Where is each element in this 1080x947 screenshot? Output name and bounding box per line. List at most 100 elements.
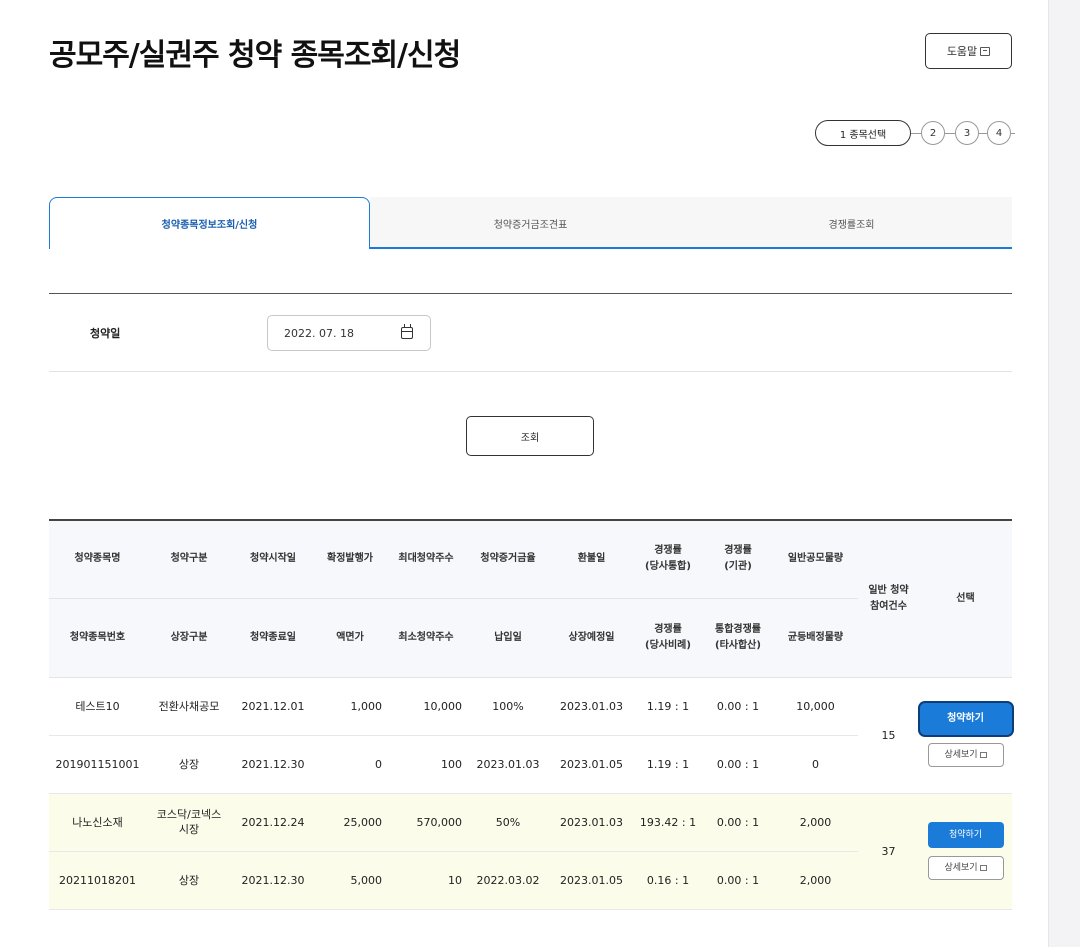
cell-min-shares: 100: [386, 735, 466, 794]
popup-icon: [979, 751, 987, 758]
date-value: 2022. 07. 18: [284, 327, 354, 340]
cell-rate-prop: 1.19 : 1: [633, 735, 703, 794]
cell-refund-date: 2023.01.03: [550, 793, 633, 852]
cell-select: 청약하기 상세보기: [919, 677, 1012, 794]
cell-margin-rate: 50%: [466, 793, 550, 852]
cell-pay-date: 2022.03.02: [466, 851, 550, 910]
col-header: 최대청약주수: [386, 519, 466, 599]
cell-code: 201901151001: [49, 735, 146, 794]
cell-end-date: 2021.12.30: [232, 735, 314, 794]
side-scroll-area: [1048, 0, 1080, 947]
tab-margin-table[interactable]: 청약증거금조견표: [370, 197, 691, 249]
cell-public-qty: 2,000: [773, 793, 858, 852]
cell-type: 전환사채공모: [146, 677, 232, 736]
cell-max-shares: 570,000: [386, 793, 466, 852]
cell-name: 테스트10: [49, 677, 146, 736]
cell-equal-qty: 0: [773, 735, 858, 794]
cell-end-date: 2021.12.30: [232, 851, 314, 910]
col-header: 납입일: [466, 598, 550, 678]
cell-start-date: 2021.12.24: [232, 793, 314, 852]
page-title: 공모주/실권주 청약 종목조회/신청: [49, 38, 461, 73]
help-label: 도움말: [946, 45, 978, 58]
col-header: 경쟁률 (당사비례): [633, 598, 703, 678]
step-2: 2: [921, 121, 945, 145]
cell-start-date: 2021.12.01: [232, 677, 314, 736]
header-row-1: 청약종목명 청약구분 청약시작일 확정발행가 최대청약주수 청약증거금율 환불일…: [49, 519, 1012, 678]
cell-margin-rate: 100%: [466, 677, 550, 736]
tab-bar: 청약증거금조견표 경쟁률조회 청약종목정보조회/신청: [49, 197, 1012, 249]
date-label: 청약일: [90, 327, 121, 340]
date-input[interactable]: 2022. 07. 18: [267, 315, 431, 351]
col-header-count: 일반 청약 참여건수: [858, 519, 919, 678]
popup-icon: [980, 46, 991, 56]
col-header: 상장구분: [146, 598, 232, 678]
tab-underline: [370, 247, 1012, 249]
cell-name: 나노신소재: [49, 793, 146, 852]
cell-max-shares: 10,000: [386, 677, 466, 736]
cell-select: 청약하기 상세보기: [919, 793, 1012, 910]
table-row: 테스트10 전환사채공모 2021.12.01 1,000 10,000 100…: [49, 677, 1012, 794]
col-header: 경쟁률 (기관): [703, 519, 773, 599]
table-row: 나노신소재 코스닥/코넥스 시장 2021.12.24 25,000 570,0…: [49, 793, 1012, 910]
col-header: 균등배정물량: [773, 598, 858, 678]
apply-button[interactable]: 청약하기: [927, 822, 1004, 848]
cell-public-qty: 10,000: [773, 677, 858, 736]
col-header: 확정발행가: [314, 519, 386, 599]
col-header: 청약종목명: [49, 519, 146, 599]
col-header: 최소청약주수: [386, 598, 466, 678]
step-indicator: 1 종목선택 2 3 4: [815, 120, 1015, 146]
subscription-table: 청약종목명 청약구분 청약시작일 확정발행가 최대청약주수 청약증거금율 환불일…: [49, 519, 1012, 910]
apply-button[interactable]: 청약하기: [919, 703, 1012, 735]
cell-rate-total: 1.19 : 1: [633, 677, 703, 736]
detail-button[interactable]: 상세보기: [927, 856, 1004, 880]
cell-count: 37: [858, 793, 919, 910]
cell-par-value: 0: [314, 735, 386, 794]
filter-bottom-divider: [49, 371, 1012, 372]
cell-type: 코스닥/코넥스 시장: [146, 793, 232, 852]
step-4: 4: [987, 121, 1011, 145]
col-header: 일반공모물량: [773, 519, 858, 599]
cell-pay-date: 2023.01.03: [466, 735, 550, 794]
cell-refund-date: 2023.01.03: [550, 677, 633, 736]
cell-listing-date: 2023.01.05: [550, 851, 633, 910]
detail-label: 상세보기: [944, 750, 978, 760]
cell-equal-qty: 2,000: [773, 851, 858, 910]
cell-rate-inst: 0.00 : 1: [703, 677, 773, 736]
tab-competition[interactable]: 경쟁률조회: [691, 197, 1012, 249]
filter-top-divider: [49, 293, 1012, 294]
cell-listing-type: 상장: [146, 735, 232, 794]
detail-button[interactable]: 상세보기: [927, 743, 1004, 767]
cell-rate-combined: 0.00 : 1: [703, 735, 773, 794]
calendar-icon[interactable]: [401, 324, 413, 339]
col-header: 청약증거금율: [466, 519, 550, 599]
cell-rate-inst: 0.00 : 1: [703, 793, 773, 852]
detail-label: 상세보기: [944, 863, 978, 873]
search-button[interactable]: 조회: [466, 416, 594, 456]
popup-icon: [979, 864, 987, 871]
cell-rate-prop: 0.16 : 1: [633, 851, 703, 910]
step-1-active: 1 종목선택: [815, 120, 911, 146]
cell-code: 20211018201: [49, 851, 146, 910]
cell-rate-combined: 0.00 : 1: [703, 851, 773, 910]
col-header: 환불일: [550, 519, 633, 599]
cell-par-value: 5,000: [314, 851, 386, 910]
help-button[interactable]: 도움말: [925, 33, 1012, 69]
tab-subscription-info[interactable]: 청약종목정보조회/신청: [49, 197, 370, 249]
cell-min-shares: 10: [386, 851, 466, 910]
col-header: 청약구분: [146, 519, 232, 599]
step-3: 3: [955, 121, 979, 145]
cell-issue-price: 1,000: [314, 677, 386, 736]
col-header: 청약종료일: [232, 598, 314, 678]
col-header: 통합경쟁률 (타사합산): [703, 598, 773, 678]
col-header-select: 선택: [919, 519, 1012, 678]
cell-listing-date: 2023.01.05: [550, 735, 633, 794]
col-header: 청약종목번호: [49, 598, 146, 678]
cell-count: 15: [858, 677, 919, 794]
cell-rate-total: 193.42 : 1: [633, 793, 703, 852]
col-header: 청약시작일: [232, 519, 314, 599]
cell-issue-price: 25,000: [314, 793, 386, 852]
col-header: 경쟁률 (당사통합): [633, 519, 703, 599]
col-header: 상장예정일: [550, 598, 633, 678]
col-header: 액면가: [314, 598, 386, 678]
cell-listing-type: 상장: [146, 851, 232, 910]
